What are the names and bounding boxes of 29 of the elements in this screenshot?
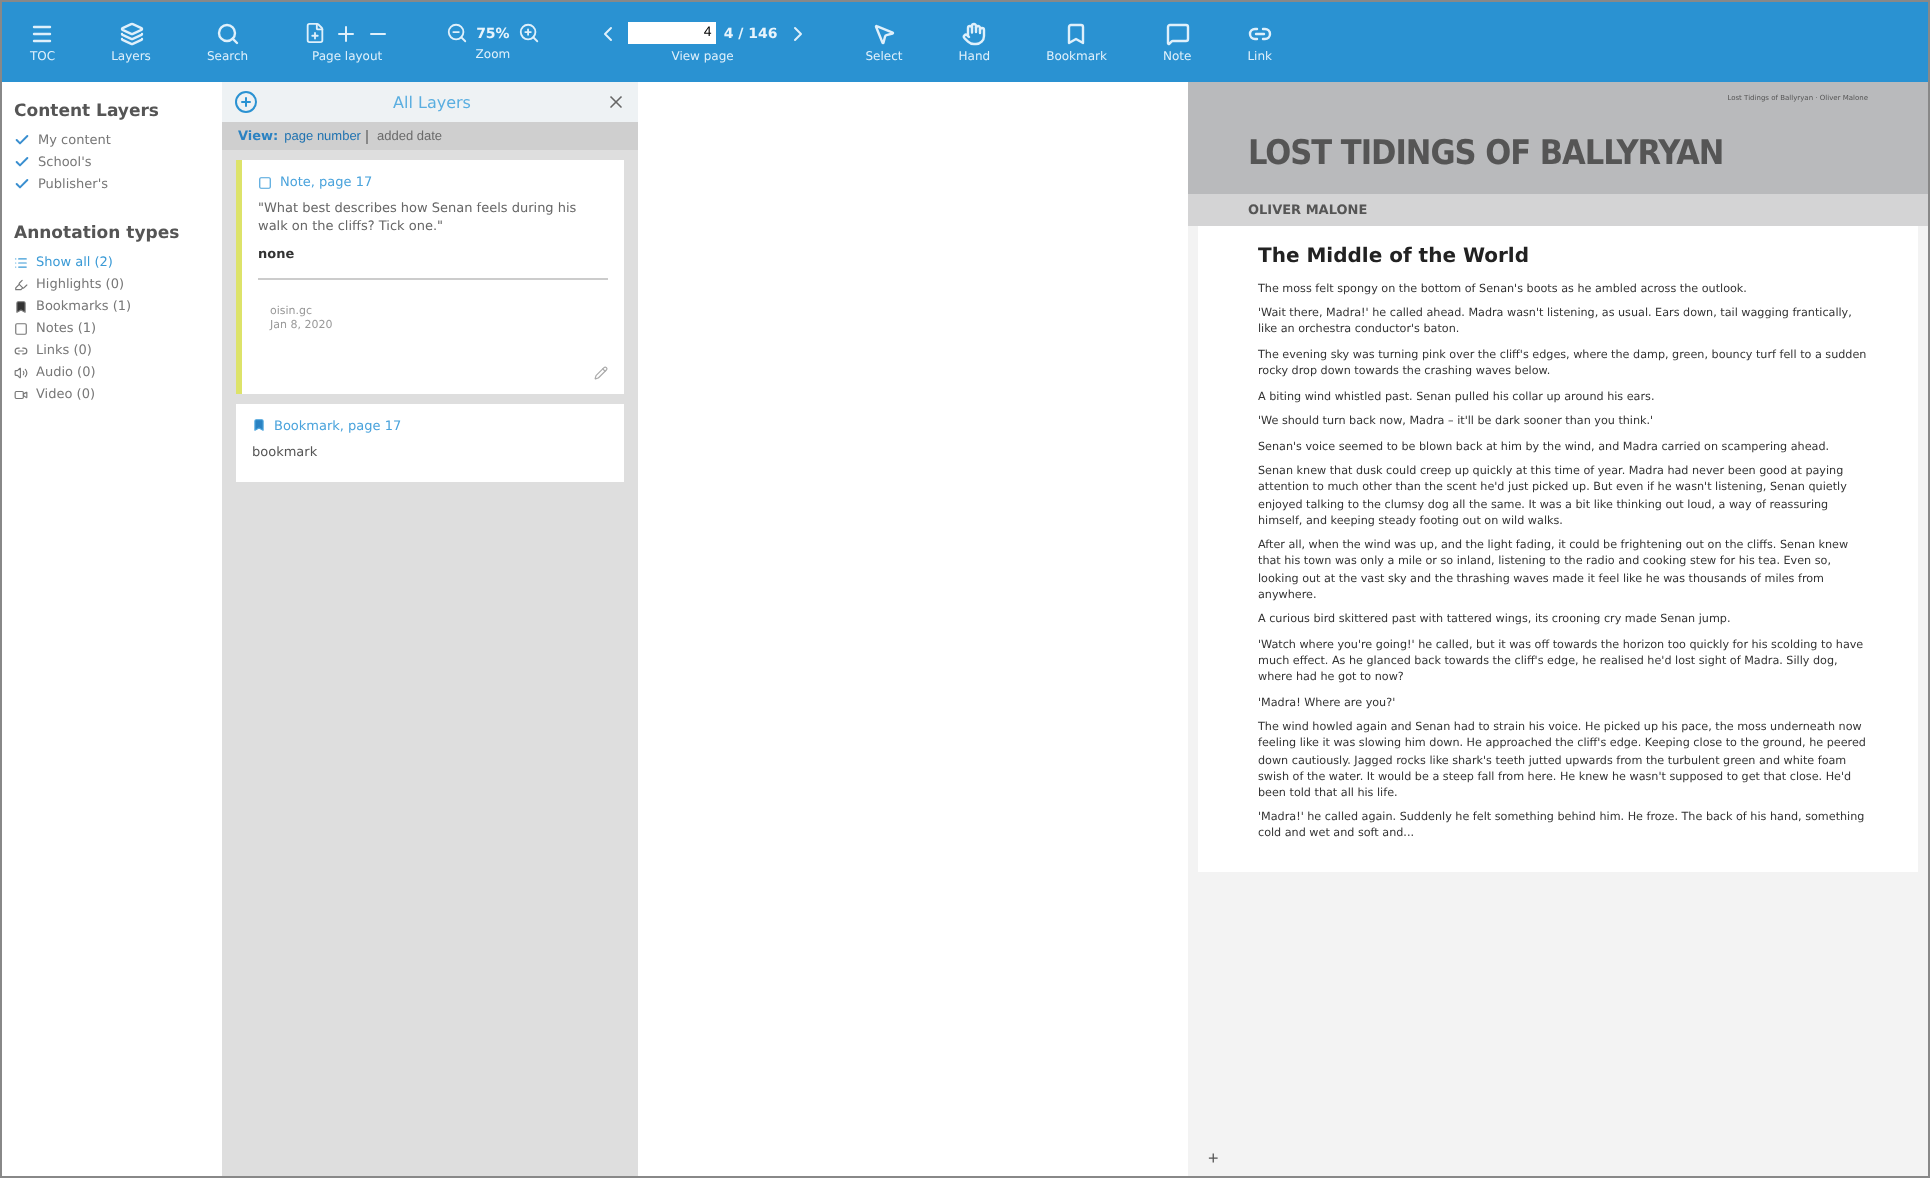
zoom-in-icon [517,22,540,44]
add-icon[interactable] [234,90,258,114]
search-icon [215,21,240,45]
bookmark-icon [252,418,266,433]
section-heading: Annotation types [14,224,182,244]
menu-icon [30,21,55,45]
edit-icon[interactable] [594,365,608,380]
chapter-heading: The Middle of the World [1258,246,1532,268]
book-title: LOST TIDINGS OF BALLYRYAN [1248,134,1726,174]
video-icon [14,387,28,401]
link-icon [14,343,28,357]
list-icon [14,255,28,269]
note-icon [1165,21,1190,45]
section-heading: Content Layers [14,102,161,122]
audio-icon [14,365,28,379]
layers-icon [119,21,143,45]
panel-title: All Layers [393,93,471,111]
bookmark-icon [1064,21,1089,45]
close-icon[interactable] [606,92,626,112]
pointer-icon [872,21,896,45]
highlighter-icon [14,277,28,291]
note-icon [258,175,272,189]
zoom-out-icon [446,22,469,44]
bookmark-icon [14,299,28,313]
hand-icon [962,21,987,45]
page-icon [304,22,327,44]
note-icon [14,321,28,335]
plus-icon [334,21,359,45]
add-button[interactable]: + [1208,1148,1219,1168]
